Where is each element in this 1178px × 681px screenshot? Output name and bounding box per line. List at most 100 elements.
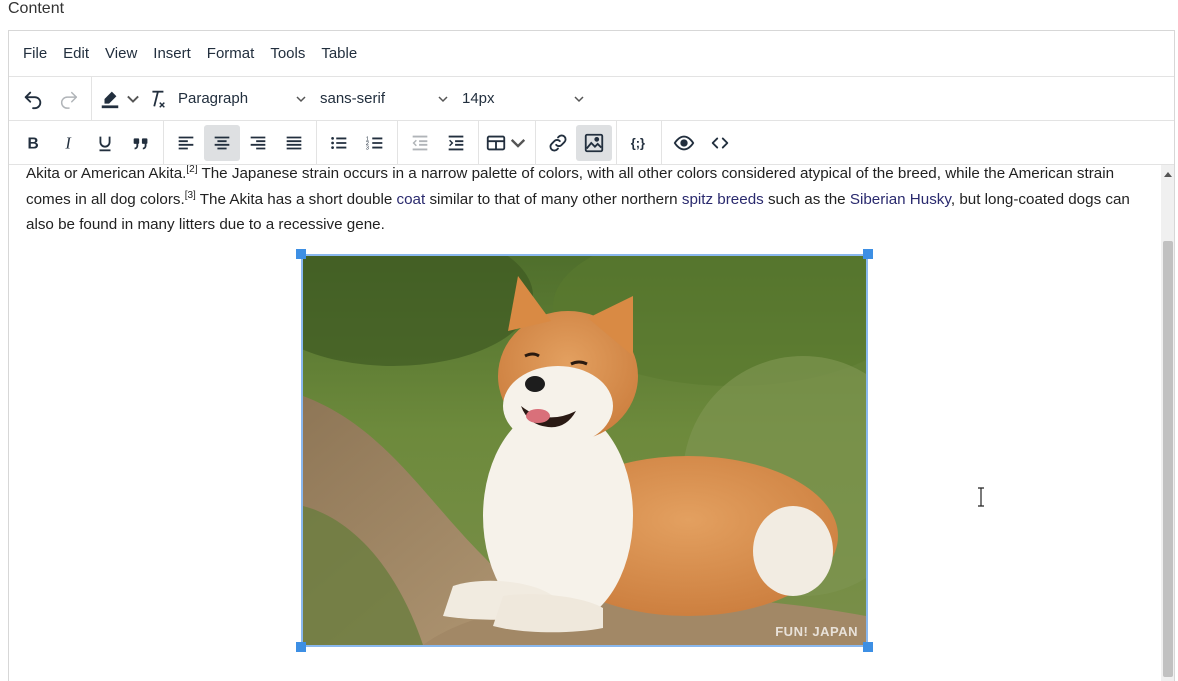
menu-insert[interactable]: Insert xyxy=(145,39,199,69)
chevron-down-icon xyxy=(574,95,584,102)
align-justify-button[interactable] xyxy=(276,125,312,161)
resize-handle-top-right[interactable] xyxy=(863,249,873,259)
highlight-color-dropdown[interactable] xyxy=(124,81,142,117)
blockquote-button[interactable] xyxy=(123,125,159,161)
clear-formatting-button[interactable] xyxy=(142,81,172,117)
chevron-down-icon xyxy=(127,95,139,103)
list-group: 123 xyxy=(321,121,398,164)
align-center-button[interactable] xyxy=(204,124,240,161)
menu-file[interactable]: File xyxy=(15,39,55,69)
menu-tools[interactable]: Tools xyxy=(262,39,313,69)
indent-group xyxy=(402,121,479,164)
template-group: {;} xyxy=(621,121,662,164)
citation-2[interactable]: [2] xyxy=(186,165,197,175)
preview-button[interactable] xyxy=(666,125,702,161)
field-label: Content xyxy=(8,0,65,17)
link-coat[interactable]: coat xyxy=(397,191,426,208)
menu-table[interactable]: Table xyxy=(313,39,365,69)
alignment-group xyxy=(168,121,317,164)
link-spitz-breeds[interactable]: spitz breeds xyxy=(682,191,764,208)
toolbar-row-2: B I 1 2 3 {;} xyxy=(9,121,1174,165)
align-right-button[interactable] xyxy=(240,125,276,161)
clear-format-icon xyxy=(152,90,165,108)
undo-button[interactable] xyxy=(15,81,51,117)
indent-button[interactable] xyxy=(438,125,474,161)
editor-content-area[interactable]: Akita or American Akita.[2] The Japanese… xyxy=(9,165,1159,681)
undo-icon xyxy=(24,91,42,109)
citation-3[interactable]: [3] xyxy=(185,189,196,200)
italic-button[interactable]: I xyxy=(51,125,87,161)
insert-group xyxy=(540,121,617,164)
font-family-select[interactable]: sans-serif xyxy=(314,82,456,116)
highlight-color-button[interactable] xyxy=(96,81,124,117)
text-cursor-icon xyxy=(978,487,984,507)
quote-icon xyxy=(133,137,148,149)
svg-text:B: B xyxy=(28,135,39,152)
align-left-button[interactable] xyxy=(168,125,204,161)
table-button[interactable] xyxy=(483,125,531,161)
align-justify-icon xyxy=(286,136,302,149)
link-siberian-husky[interactable]: Siberian Husky xyxy=(850,191,951,208)
scroll-up-arrow-icon[interactable] xyxy=(1161,167,1174,181)
font-size-select[interactable]: 14px xyxy=(456,82,592,116)
block-format-select[interactable]: Paragraph xyxy=(172,82,314,116)
format-group: Paragraph sans-serif 14px xyxy=(96,77,596,120)
indent-icon xyxy=(448,135,464,150)
eye-icon xyxy=(673,135,695,150)
font-family-value: sans-serif xyxy=(320,90,386,107)
image-icon xyxy=(584,133,604,152)
akita-dog-image[interactable]: FUN! JAPAN xyxy=(301,254,868,647)
svg-text:3: 3 xyxy=(366,145,369,151)
rich-text-editor: File Edit View Insert Format Tools Table xyxy=(8,30,1175,681)
image-button[interactable] xyxy=(576,124,612,161)
resize-handle-bottom-right[interactable] xyxy=(863,642,873,652)
align-right-icon xyxy=(250,136,266,149)
menubar: File Edit View Insert Format Tools Table xyxy=(9,31,1174,77)
resize-handle-top-left[interactable] xyxy=(296,249,306,259)
bullet-list-icon xyxy=(331,136,347,149)
outdent-button[interactable] xyxy=(402,125,438,161)
braces-icon: {;} xyxy=(631,135,645,150)
source-code-button[interactable] xyxy=(702,125,738,161)
vertical-scrollbar[interactable] xyxy=(1161,165,1174,681)
italic-icon: I xyxy=(64,133,72,152)
svg-text:{;}: {;} xyxy=(631,135,645,150)
table-group xyxy=(483,121,536,164)
svg-text:I: I xyxy=(64,133,72,152)
redo-icon xyxy=(61,91,78,109)
resize-handle-bottom-left[interactable] xyxy=(296,642,306,652)
table-icon xyxy=(486,135,506,150)
block-format-value: Paragraph xyxy=(178,90,249,107)
toolbar-row-1: Paragraph sans-serif 14px xyxy=(9,77,1174,121)
akita-photo xyxy=(303,256,866,645)
highlighter-icon xyxy=(101,91,119,108)
outdent-icon xyxy=(412,135,428,150)
image-watermark: FUN! JAPAN xyxy=(775,624,858,639)
underline-icon xyxy=(99,136,111,151)
scrollbar-thumb[interactable] xyxy=(1163,241,1173,677)
view-group xyxy=(666,121,742,164)
align-left-icon xyxy=(178,136,194,149)
chevron-down-icon xyxy=(438,95,448,102)
link-icon xyxy=(549,134,567,151)
link-button[interactable] xyxy=(540,125,576,161)
menu-format[interactable]: Format xyxy=(199,39,263,69)
underline-button[interactable] xyxy=(87,125,123,161)
menu-view[interactable]: View xyxy=(97,39,145,69)
code-icon xyxy=(711,137,729,148)
menu-edit[interactable]: Edit xyxy=(55,39,97,69)
text-style-group: B I xyxy=(15,121,164,164)
history-group xyxy=(15,77,92,120)
chevron-down-icon xyxy=(510,138,526,148)
numbered-list-icon: 123 xyxy=(366,136,383,151)
font-size-value: 14px xyxy=(462,90,495,107)
chevron-down-icon xyxy=(296,95,306,102)
body-paragraph: Akita or American Akita.[2] The Japanese… xyxy=(26,165,1130,233)
bold-icon: B xyxy=(28,135,39,152)
align-center-icon xyxy=(214,136,230,149)
bullet-list-button[interactable] xyxy=(321,125,357,161)
code-sample-button[interactable]: {;} xyxy=(621,125,657,161)
numbered-list-button[interactable]: 123 xyxy=(357,125,393,161)
bold-button[interactable]: B xyxy=(15,125,51,161)
redo-button[interactable] xyxy=(51,81,87,117)
